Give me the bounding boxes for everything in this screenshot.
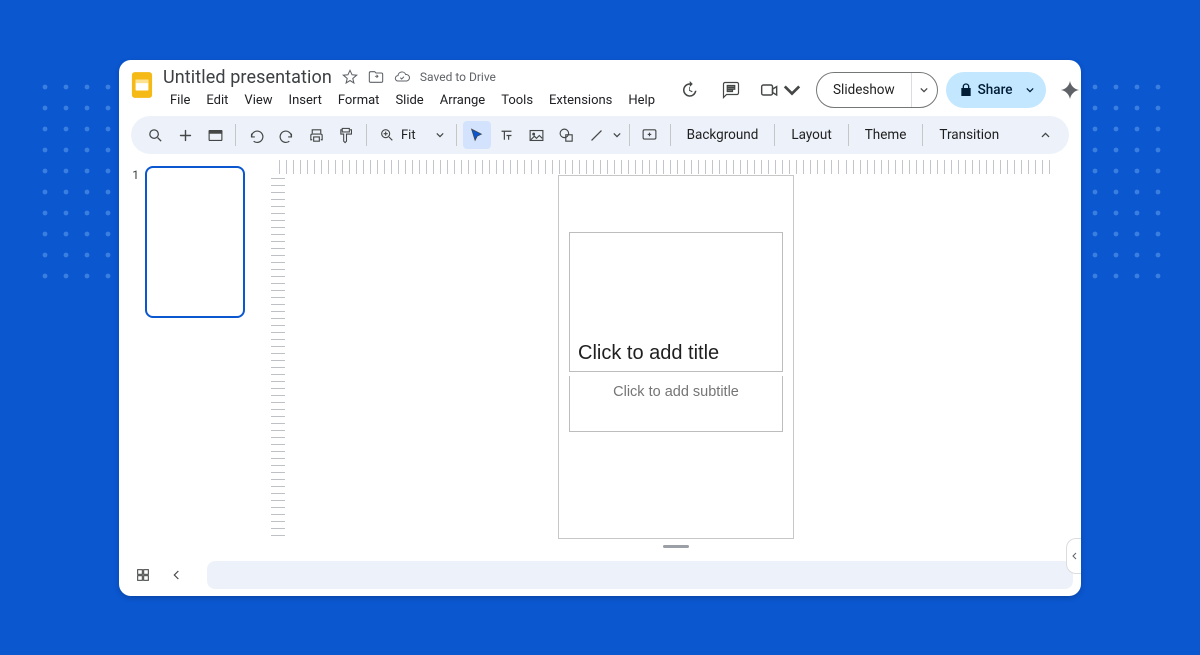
move-folder-icon[interactable]	[368, 69, 384, 85]
zoom-icon	[379, 127, 395, 143]
menu-help[interactable]: Help	[621, 91, 662, 110]
horizontal-ruler	[279, 160, 1051, 174]
comments-icon[interactable]	[714, 73, 748, 107]
share-button[interactable]: Share	[946, 72, 1047, 108]
background-button[interactable]: Background	[677, 121, 769, 149]
menu-edit[interactable]: Edit	[199, 91, 235, 110]
grid-view-icon[interactable]	[129, 561, 157, 589]
paint-format-icon[interactable]	[332, 121, 360, 149]
menu-file[interactable]: File	[163, 91, 197, 110]
select-tool-icon[interactable]	[463, 121, 491, 149]
search-menus-icon[interactable]	[141, 121, 169, 149]
title-placeholder[interactable]: Click to add title	[569, 232, 783, 372]
slides-app-icon[interactable]	[131, 68, 153, 102]
footer	[119, 554, 1081, 596]
titlebar: Untitled presentation Saved to Drive Fil…	[119, 60, 1081, 110]
line-dropdown[interactable]	[613, 131, 623, 139]
title-placeholder-text: Click to add title	[578, 342, 719, 365]
print-icon[interactable]	[302, 121, 330, 149]
workspace: 1 Click to add title Click to add subtit…	[119, 160, 1081, 554]
cloud-saved-icon[interactable]	[394, 69, 410, 85]
new-slide-icon[interactable]	[171, 121, 199, 149]
transition-button[interactable]: Transition	[929, 121, 1009, 149]
slide-panel[interactable]: 1	[119, 160, 271, 554]
menu-extensions[interactable]: Extensions	[542, 91, 619, 110]
side-panel-toggle[interactable]	[1066, 538, 1081, 574]
menu-arrange[interactable]: Arrange	[433, 91, 492, 110]
star-icon[interactable]	[342, 69, 358, 85]
toolbar: Fit Background Layout Theme Transition	[131, 116, 1069, 154]
vertical-ruler	[271, 178, 285, 542]
document-title[interactable]: Untitled presentation	[163, 67, 332, 88]
new-slide-with-layout-icon[interactable]	[201, 121, 229, 149]
zoom-control[interactable]: Fit	[373, 121, 450, 149]
slide-thumbnail-1[interactable]	[145, 166, 245, 318]
menu-tools[interactable]: Tools	[494, 91, 540, 110]
collapse-filmstrip-icon[interactable]	[163, 561, 191, 589]
speaker-notes-resize-handle[interactable]	[663, 545, 689, 548]
menu-format[interactable]: Format	[331, 91, 387, 110]
menu-slide[interactable]: Slide	[388, 91, 430, 110]
textbox-icon[interactable]	[493, 121, 521, 149]
menu-bar: File Edit View Insert Format Slide Arran…	[163, 90, 662, 110]
gemini-icon[interactable]	[1054, 74, 1081, 106]
share-dropdown[interactable]	[1020, 86, 1040, 94]
slide-page[interactable]: Click to add title Click to add subtitle	[559, 176, 793, 538]
slides-app-window: Untitled presentation Saved to Drive Fil…	[119, 60, 1081, 596]
insert-line-icon[interactable]	[583, 121, 611, 149]
insert-shape-icon[interactable]	[553, 121, 581, 149]
insert-image-icon[interactable]	[523, 121, 551, 149]
share-label: Share	[978, 82, 1013, 98]
drive-status-text: Saved to Drive	[420, 70, 496, 84]
speaker-notes-bar[interactable]	[207, 561, 1073, 589]
zoom-label: Fit	[397, 128, 434, 143]
collapse-toolbar-icon[interactable]	[1031, 121, 1059, 149]
version-history-icon[interactable]	[672, 73, 706, 107]
undo-icon[interactable]	[242, 121, 270, 149]
subtitle-placeholder[interactable]: Click to add subtitle	[569, 376, 783, 432]
subtitle-placeholder-text: Click to add subtitle	[613, 384, 739, 400]
theme-button[interactable]: Theme	[855, 121, 917, 149]
meet-button[interactable]	[756, 73, 808, 107]
chevron-down-icon	[436, 131, 444, 139]
menu-view[interactable]: View	[237, 91, 279, 110]
menu-insert[interactable]: Insert	[282, 91, 329, 110]
slideshow-label[interactable]: Slideshow	[817, 73, 911, 107]
canvas-area[interactable]: Click to add title Click to add subtitle	[271, 160, 1081, 554]
slideshow-dropdown[interactable]	[911, 73, 937, 107]
slide-number: 1	[129, 166, 139, 318]
layout-button[interactable]: Layout	[781, 121, 841, 149]
slideshow-button[interactable]: Slideshow	[816, 72, 938, 108]
redo-icon[interactable]	[272, 121, 300, 149]
insert-comment-icon[interactable]	[636, 121, 664, 149]
